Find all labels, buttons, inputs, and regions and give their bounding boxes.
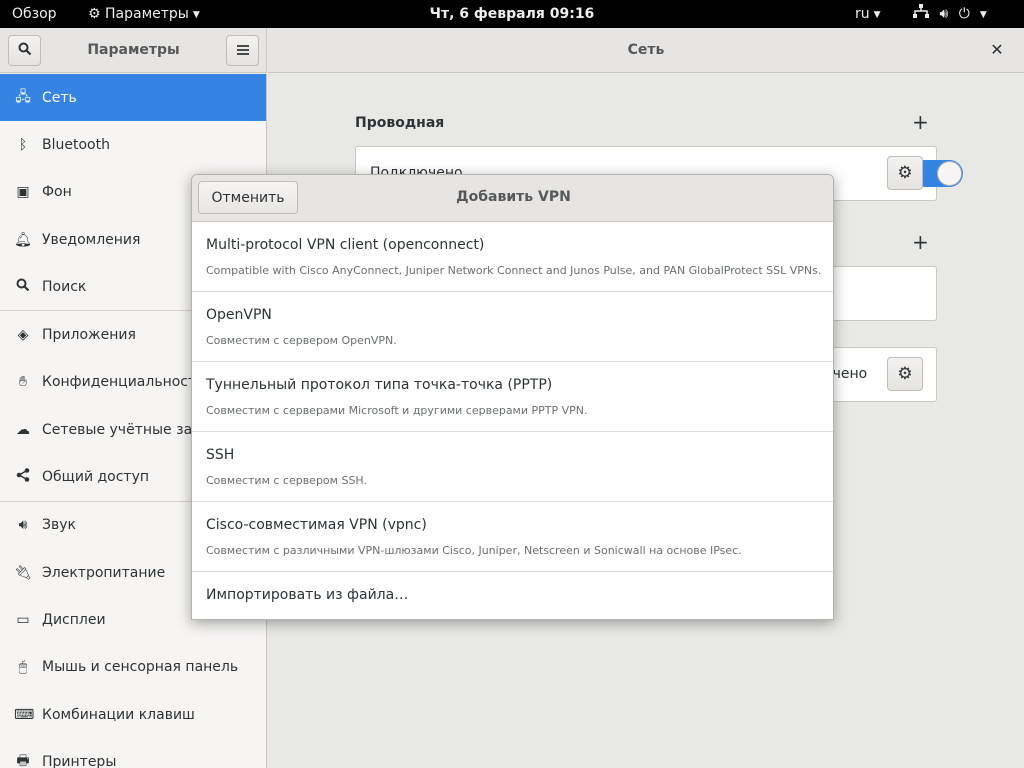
vpn-option-openvpn[interactable]: OpenVPN Совместим с сервером OpenVPN.	[192, 292, 833, 362]
caret-down-icon: ▼	[192, 10, 200, 20]
sidebar-item-label: Уведомления	[42, 231, 141, 248]
gear-icon: ⚙	[88, 6, 101, 22]
printer-icon: 🖶︎	[16, 752, 30, 768]
plus-icon: +	[912, 230, 929, 254]
proxy-settings-button[interactable]: ⚙	[887, 357, 923, 391]
search-button[interactable]	[8, 35, 41, 66]
plus-icon: +	[912, 110, 929, 134]
app-menu[interactable]: ⚙ Параметры ▼	[88, 0, 200, 28]
wired-section-title: Проводная	[355, 115, 445, 131]
menu-button[interactable]	[226, 35, 259, 66]
vpn-option-vpnc[interactable]: Cisco-совместимая VPN (vpnc) Совместим с…	[192, 502, 833, 572]
sidebar-item-keyboard[interactable]: ⌨ Комбинации клавиш	[0, 691, 266, 738]
system-menu[interactable]: 🔊︎ ⏻ ▼	[913, 0, 993, 28]
sidebar-item-label: Электропитание	[42, 564, 166, 581]
vpn-option-pptp[interactable]: Туннельный протокол типа точка-точка (PP…	[192, 362, 833, 432]
sidebar-item-label: Мышь и сенсорная панель	[42, 659, 239, 676]
cloud-icon: ☁	[16, 421, 30, 438]
gear-icon: ⚙	[897, 163, 913, 183]
network-wired-icon	[913, 4, 933, 22]
search-icon	[18, 42, 32, 60]
sidebar-title: Параметры	[87, 42, 180, 58]
search-icon	[14, 278, 32, 296]
vpn-option-description: Совместим с сервером OpenVPN.	[206, 334, 397, 347]
dialog-header: Отменить Добавить VPN	[192, 175, 833, 222]
sidebar-item-network[interactable]: 🖧 Сеть	[0, 74, 266, 122]
sidebar-item-label: Конфиденциальность	[42, 374, 205, 391]
volume-icon: 🔊︎	[939, 6, 949, 22]
vpn-option-description: Compatible with Cisco AnyConnect, Junipe…	[206, 264, 822, 277]
network-icon: 🖧	[15, 88, 31, 105]
vpn-option-description: Совместим с сервером SSH.	[206, 474, 367, 487]
applications-icon: ◈	[17, 327, 29, 344]
sidebar-item-bluetooth[interactable]: ᛒ Bluetooth	[0, 121, 266, 168]
close-button[interactable]: ✕	[986, 39, 1008, 61]
toggle-knob	[937, 161, 962, 186]
vpn-option-description: Совместим с различными VPN-шлюзами Cisco…	[206, 544, 742, 557]
add-wired-button[interactable]: +	[912, 110, 929, 134]
vpn-option-description: Совместим с серверами Microsoft и другим…	[206, 404, 588, 417]
sidebar-item-printers[interactable]: 🖶︎ Принтеры	[0, 738, 266, 768]
main-header: Сеть ✕	[268, 28, 1024, 73]
caret-down-icon: ▼	[979, 10, 987, 20]
speaker-icon: 🔊︎	[18, 517, 28, 534]
sidebar-item-label: Поиск	[42, 278, 87, 295]
vpn-option-ssh[interactable]: SSH Совместим с сервером SSH.	[192, 432, 833, 502]
vpn-option-openconnect[interactable]: Multi-protocol VPN client (openconnect) …	[192, 222, 833, 292]
vpn-option-name: Туннельный протокол типа точка-точка (PP…	[206, 377, 553, 393]
close-icon: ✕	[990, 40, 1004, 59]
sidebar-item-label: Приложения	[42, 327, 136, 344]
activities-button[interactable]: Обзор	[12, 0, 57, 28]
mouse-icon: 🖱︎	[18, 659, 28, 676]
wired-settings-button[interactable]: ⚙	[887, 156, 923, 190]
bluetooth-icon: ᛒ	[18, 136, 28, 153]
sidebar-item-label: Дисплеи	[42, 611, 106, 628]
page-title: Сеть	[627, 42, 665, 58]
bell-icon: 🔔︎	[14, 231, 32, 248]
caret-down-icon: ▼	[873, 10, 881, 20]
keyboard-icon: ⌨	[14, 706, 35, 723]
sidebar-item-label: Фон	[42, 184, 72, 201]
cancel-button[interactable]: Отменить	[198, 181, 298, 214]
vpn-option-name: OpenVPN	[206, 307, 272, 323]
top-bar: Обзор ⚙ Параметры ▼ Чт, 6 февраля 09:16 r…	[0, 0, 1024, 28]
display-icon: ▭	[16, 611, 30, 628]
hamburger-icon	[236, 43, 249, 59]
privacy-hand-icon: ✋︎	[19, 374, 27, 391]
power-plug-icon: 🔌︎	[14, 564, 32, 581]
sidebar-item-label: Bluetooth	[42, 136, 110, 153]
sidebar-item-label: Комбинации клавиш	[42, 706, 195, 723]
sidebar-item-label: Сеть	[42, 89, 77, 106]
sidebar-item-label: Звук	[42, 517, 76, 534]
gear-icon: ⚙	[897, 364, 913, 384]
language-label: ru	[855, 6, 870, 22]
language-indicator[interactable]: ru ▼	[855, 0, 881, 28]
app-menu-label: Параметры	[105, 6, 189, 22]
add-vpn-button[interactable]: +	[912, 230, 929, 254]
add-vpn-dialog: Отменить Добавить VPN Multi-protocol VPN…	[191, 174, 834, 620]
vpn-option-name: Cisco-совместимая VPN (vpnc)	[206, 517, 427, 533]
clock-label[interactable]: Чт, 6 февраля 09:16	[430, 6, 595, 22]
power-icon: ⏻	[958, 6, 970, 22]
import-from-file-label: Импортировать из файла…	[206, 587, 409, 603]
sidebar-item-mouse[interactable]: 🖱︎ Мышь и сенсорная панель	[0, 644, 266, 691]
background-icon: ▣	[16, 184, 30, 201]
vpn-option-name: Multi-protocol VPN client (openconnect)	[206, 237, 485, 253]
sidebar-item-label: Общий доступ	[42, 469, 150, 486]
import-from-file-option[interactable]: Импортировать из файла…	[192, 572, 833, 619]
vpn-option-name: SSH	[206, 447, 235, 463]
share-icon	[14, 468, 32, 486]
sidebar-header: Параметры	[0, 28, 267, 73]
sidebar-item-label: Принтеры	[42, 753, 117, 768]
